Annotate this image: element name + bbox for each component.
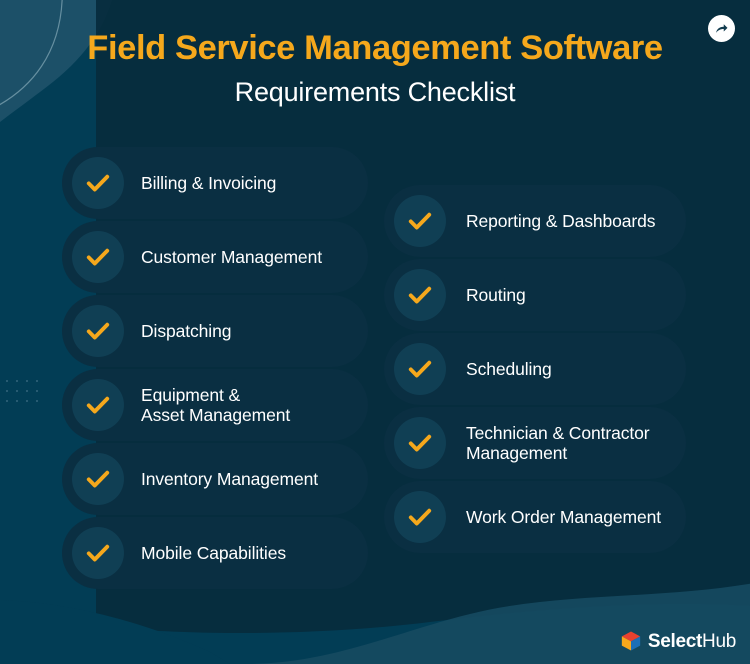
checklist-column-right: Reporting & Dashboards Routing Schedulin…	[384, 185, 686, 553]
check-icon	[394, 491, 446, 543]
checklist-item-mobile-capabilities[interactable]: Mobile Capabilities	[62, 517, 368, 589]
checklist-item-reporting-dashboards[interactable]: Reporting & Dashboards	[384, 185, 686, 257]
checklist-item-label: Mobile Capabilities	[141, 542, 286, 563]
logo-name-bold: Select	[647, 630, 703, 652]
selecthub-cube-icon	[621, 631, 641, 651]
check-icon	[72, 527, 124, 579]
selecthub-logo-text: SelectHub	[648, 632, 736, 651]
checklist-item-technician-contractor-management[interactable]: Technician & Contractor Management	[384, 407, 686, 479]
dot-grid-pattern	[0, 374, 40, 408]
check-icon	[72, 453, 124, 505]
selecthub-logo[interactable]: SelectHub	[620, 630, 736, 652]
page-subtitle: Requirements Checklist	[234, 76, 516, 107]
check-icon	[394, 269, 446, 321]
logo-name-light: Hub	[702, 630, 736, 652]
checklist-item-customer-management[interactable]: Customer Management	[62, 221, 368, 293]
checklist-item-equipment-asset-management[interactable]: Equipment & Asset Management	[62, 369, 368, 441]
checklist-item-routing[interactable]: Routing	[384, 259, 686, 331]
infographic-canvas: Field Service Management Software Requir…	[0, 0, 750, 664]
check-icon	[394, 343, 446, 395]
checklist-item-label: Dispatching	[141, 320, 232, 341]
check-icon	[394, 195, 446, 247]
checklist-item-label: Routing	[466, 284, 526, 305]
checklist-item-inventory-management[interactable]: Inventory Management	[62, 443, 368, 515]
checklist-item-scheduling[interactable]: Scheduling	[384, 333, 686, 405]
checklist-item-label: Scheduling	[466, 358, 552, 379]
check-icon	[72, 157, 124, 209]
header: Field Service Management Software Requir…	[0, 28, 750, 108]
checklist-item-label: Billing & Invoicing	[141, 172, 277, 193]
checklist-item-label: Customer Management	[141, 246, 322, 267]
check-icon	[72, 379, 124, 431]
checklist-item-label: Equipment & Asset Management	[141, 384, 291, 425]
checklist-item-billing-invoicing[interactable]: Billing & Invoicing	[62, 147, 368, 219]
checklist-item-dispatching[interactable]: Dispatching	[62, 295, 368, 367]
page-title: Field Service Management Software	[87, 29, 663, 67]
checklist-item-label: Reporting & Dashboards	[466, 210, 656, 231]
check-icon	[394, 417, 446, 469]
checklist-item-label: Technician & Contractor Management	[466, 422, 650, 463]
check-icon	[72, 305, 124, 357]
checklist-item-label: Work Order Management	[466, 506, 662, 527]
checklist-column-left: Billing & Invoicing Customer Management …	[62, 147, 368, 589]
check-icon	[72, 231, 124, 283]
checklist-item-work-order-management[interactable]: Work Order Management	[384, 481, 686, 553]
bottom-left-base-shape	[0, 600, 230, 664]
checklist-item-label: Inventory Management	[141, 468, 318, 489]
